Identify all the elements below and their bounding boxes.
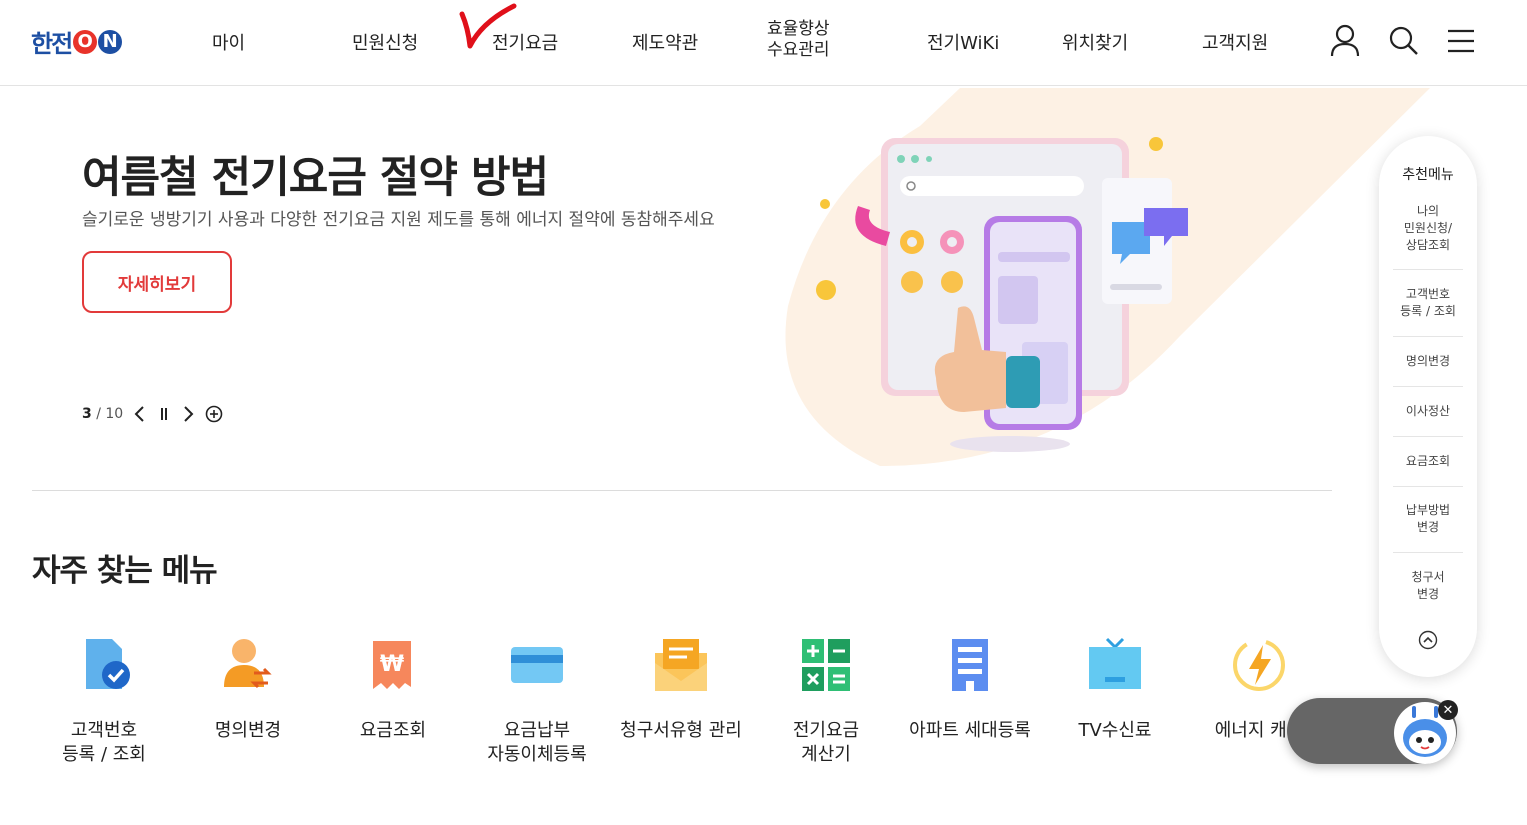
quick-calculator[interactable]: 전기요금 계산기	[756, 635, 896, 767]
red-checkmark-annotation	[459, 3, 517, 49]
hero-detail-button[interactable]: 자세히보기	[82, 251, 232, 313]
menu-icon[interactable]	[1446, 24, 1476, 58]
scroll-top-icon[interactable]	[1418, 630, 1438, 650]
side-name-change[interactable]: 명의변경	[1393, 353, 1463, 370]
section-divider	[32, 490, 1332, 491]
view-all-slides-button[interactable]	[205, 405, 223, 423]
name-change-icon	[224, 639, 272, 689]
nav-support[interactable]: 고객지원	[1202, 29, 1268, 55]
user-icon[interactable]	[1330, 24, 1360, 58]
energy-cash-icon	[1233, 639, 1285, 691]
quick-label: TV수신료	[1078, 720, 1152, 741]
header: 한전 O N 마이 민원신청 전기요금 제도약관 효율향상 수요관리 전기WiK…	[0, 0, 1527, 86]
frequent-menu-title: 자주 찾는 메뉴	[32, 553, 218, 589]
quick-label: 명의변경	[214, 720, 282, 741]
quick-apartment[interactable]: 아파트 세대등록	[900, 635, 1040, 743]
quick-name-change[interactable]: 명의변경	[178, 635, 318, 743]
side-bill-change[interactable]: 청구서 변경	[1393, 569, 1463, 603]
quick-label: 고객번호 등록 / 조회	[62, 720, 146, 765]
hero-illustration	[785, 88, 1430, 466]
quick-tv-fee[interactable]: TV수신료	[1045, 635, 1185, 743]
hero-title: 여름철 전기요금 절약 방법	[82, 153, 549, 203]
recommend-title: 추천메뉴	[1402, 167, 1454, 183]
plus-circle-icon	[205, 405, 223, 423]
svg-text:₩: ₩	[380, 652, 404, 677]
quick-label: 청구서유형 관리	[620, 720, 742, 741]
quick-autopay[interactable]: 요금납부 자동이체등록	[467, 635, 607, 767]
pause-slide-button[interactable]	[157, 405, 171, 423]
quick-label: 아파트 세대등록	[909, 720, 1031, 741]
prev-slide-button[interactable]	[133, 405, 147, 423]
side-move-settlement[interactable]: 이사정산	[1393, 403, 1463, 420]
pause-icon	[161, 408, 168, 420]
quick-customer-id[interactable]: 고객번호 등록 / 조회	[34, 635, 174, 767]
nav-wiki[interactable]: 전기WiKi	[927, 29, 999, 55]
side-bill-inquiry[interactable]: 요금조회	[1393, 453, 1463, 470]
close-icon: ✕	[1442, 702, 1454, 718]
chatbot-close-button[interactable]: ✕	[1438, 700, 1458, 720]
kepco-on-logo[interactable]: 한전 O N	[31, 24, 123, 59]
chevron-left-icon	[134, 406, 144, 422]
bill-inquiry-icon: ₩	[373, 641, 411, 689]
logo-on-o: O	[73, 29, 98, 54]
quick-bill-type[interactable]: 청구서유형 관리	[611, 635, 751, 743]
hero-pager: 3 / 10	[82, 405, 223, 423]
nav-location[interactable]: 위치찾기	[1062, 29, 1128, 55]
nav-efficiency-line2: 수요관리	[767, 40, 830, 60]
side-divider	[1393, 336, 1463, 337]
quick-label: 전기요금 계산기	[792, 720, 860, 765]
quick-label: 요금조회	[359, 720, 427, 741]
logo-on-mark: O N	[73, 29, 123, 54]
nav-my[interactable]: 마이	[212, 29, 245, 55]
recommend-sidebar: 추천메뉴 나의 민원신청/ 상담조회 고객번호 등록 / 조회 명의변경 이사정…	[1379, 136, 1477, 677]
side-divider	[1393, 269, 1463, 270]
side-customer-id[interactable]: 고객번호 등록 / 조회	[1393, 286, 1463, 320]
side-divider	[1393, 486, 1463, 487]
nav-efficiency[interactable]: 효율향상 수요관리	[767, 19, 830, 61]
hero-subtitle: 슬기로운 냉방기기 사용과 다양한 전기요금 지원 제도를 통해 에너지 절약에…	[82, 210, 715, 230]
logo-on-n: N	[98, 29, 123, 54]
card-icon	[511, 647, 563, 683]
envelope-icon	[655, 639, 707, 691]
logo-text: 한전	[31, 30, 73, 58]
nav-civil-request[interactable]: 민원신청	[352, 29, 418, 55]
side-my-requests[interactable]: 나의 민원신청/ 상담조회	[1393, 203, 1463, 254]
quick-label: 요금납부 자동이체등록	[487, 720, 587, 765]
slide-counter: 3 / 10	[82, 406, 123, 422]
next-slide-button[interactable]	[181, 405, 195, 423]
side-divider	[1393, 386, 1463, 387]
nav-terms[interactable]: 제도약관	[632, 29, 698, 55]
side-divider	[1393, 436, 1463, 437]
side-divider	[1393, 552, 1463, 553]
side-payment-method[interactable]: 납부방법 변경	[1393, 502, 1463, 536]
calculator-icon	[802, 639, 850, 691]
chevron-right-icon	[184, 406, 194, 422]
apartment-icon	[952, 639, 988, 691]
tv-icon	[1089, 637, 1141, 689]
quick-bill-inquiry[interactable]: ₩ 요금조회	[323, 635, 463, 743]
nav-efficiency-line1: 효율향상	[767, 19, 830, 39]
search-icon[interactable]	[1388, 24, 1420, 58]
slide-current: 3	[82, 406, 92, 422]
customer-id-icon	[86, 639, 130, 689]
slide-total: / 10	[96, 406, 124, 422]
